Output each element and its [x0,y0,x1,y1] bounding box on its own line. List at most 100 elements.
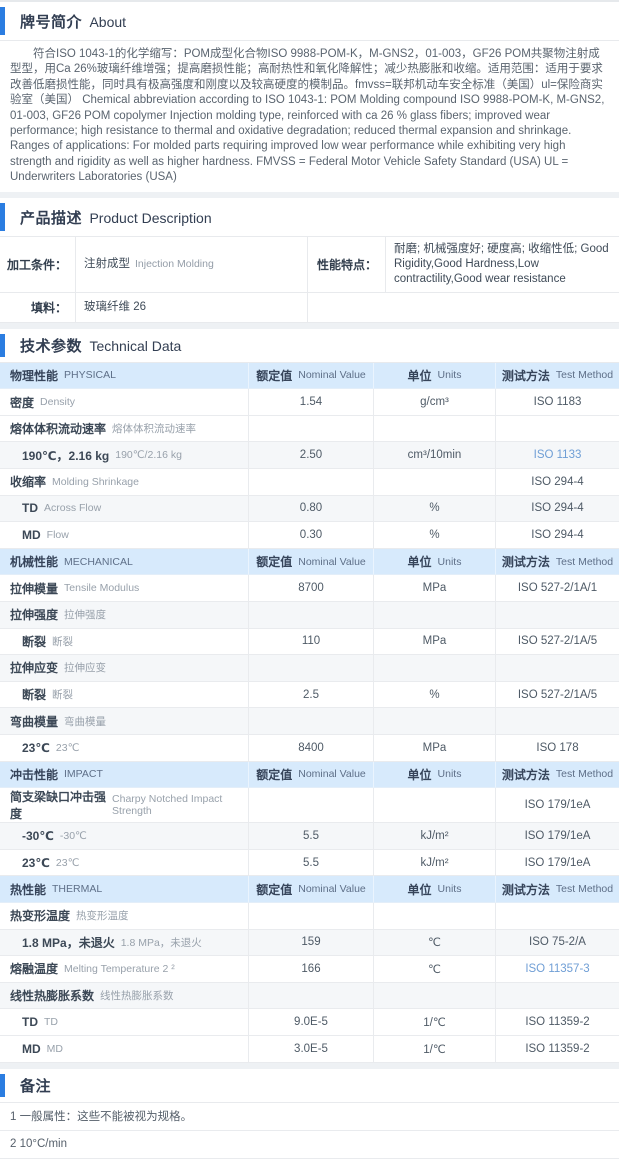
param-label: 热变形温度 热变形温度 [0,903,248,930]
table-row: 拉伸强度 拉伸强度 [0,602,619,629]
param-label: 拉伸应变 拉伸应变 [0,655,248,682]
test-method-link[interactable]: ISO 11357-3 [495,956,619,983]
param-unit: % [373,522,495,549]
param-label-en: 23℃ [55,856,80,869]
param-label-en: 190℃/2.16 kg [115,449,182,462]
param-label-en: 拉伸强度 [64,609,107,622]
col-header-units: 单位 Units [373,761,495,789]
param-label-zh: 熔体体积流动速率 [10,422,107,437]
param-label: TD Across Flow [0,496,248,523]
param-label-en: Melting Temperature 2 ² [64,962,175,975]
col-header-zh: 额定值 [256,555,293,570]
notes-title: 备注 [20,1077,52,1095]
param-label-zh: 收缩率 [10,475,47,490]
param-label: 190℃，2.16 kg 190℃/2.16 kg [0,442,248,470]
param-label-zh: 190℃，2.16 kg [22,448,110,463]
table-row: 23℃ 23℃ 5.5 kJ/m² ISO 179/1eA [0,849,619,877]
param-label: 弯曲模量 弯曲模量 [0,708,248,735]
param-value [248,708,373,735]
param-label-zh: MD [22,1041,41,1056]
table-row: 熔融温度 Melting Temperature 2 ² 166 ℃ ISO 11357… [0,956,619,983]
table-row: 190℃，2.16 kg 190℃/2.16 kg 2.50 cm³/10min ISO… [0,442,619,470]
param-label: 断裂 断裂 [0,682,248,709]
group-header-row: 物理性能 PHYSICAL 额定值 Nominal Value 单位 Units 测试方法 T… [0,362,619,390]
param-unit: cm³/10min [373,442,495,470]
param-label-en: 热变形温度 [76,910,129,923]
param-label-en: 23℃ [55,741,80,754]
param-label-en: 断裂 [52,689,74,702]
col-header-zh: 测试方法 [501,767,550,782]
technical-table: 物理性能 PHYSICAL 额定值 Nominal Value 单位 Units 测试方法 T… [0,362,619,1063]
param-unit: % [373,681,495,709]
table-row: 断裂 断裂 2.5% ISO 527-2/1A/5 [0,681,619,709]
param-test-method [495,602,619,629]
param-label-zh: 断裂 [22,688,47,703]
param-label-zh: 简支梁缺口冲击强度 [10,790,107,822]
product-description-table: 加工条件： 注射成型 Injection Molding 性能特点： 耐磨; 机… [0,236,619,323]
param-test-method: ISO 294-4 [495,469,619,496]
col-header-nominal: 额定值 Nominal Value [248,761,373,789]
features-label: 性能特点： [307,236,385,293]
param-unit: 1/℃ [373,1009,495,1036]
table-row: 拉伸模量 Tensile Modulus 8700 MPa ISO 527-2/1A/1 [0,575,619,602]
param-label: 23℃ 23℃ [0,850,248,877]
param-label-en: 1.8 MPa，未退火 [120,936,202,949]
about-section: 牌号简介 About 符合ISO 1043-1的化学缩写：POM成型化合物ISO… [0,0,619,192]
param-test-method: ISO 179/1eA [495,823,619,850]
param-unit [373,415,495,443]
param-label-en: TD [44,1016,58,1029]
processing-condition-label: 加工条件： [0,237,75,293]
param-label-en: Across Flow [44,502,102,515]
col-header-en: Nominal Value [298,369,366,382]
param-unit [373,982,495,1010]
param-label-zh: MD [22,528,41,543]
col-header-zh: 单位 [407,555,432,570]
param-test-method: ISO 11359-2 [495,1009,619,1036]
param-label: 拉伸强度 拉伸强度 [0,602,248,629]
param-value: 8400 [248,734,373,762]
processing-condition-value: 注射成型 Injection Molding [75,236,307,293]
col-header-zh: 测试方法 [501,368,550,383]
col-header-en: Nominal Value [298,555,366,568]
param-label-zh: 断裂 [22,634,47,649]
table-row: 线性热膨胀系数 线性热膨胀系数 [0,982,619,1010]
about-title-en: About [89,14,127,30]
param-unit: ℃ [373,956,495,983]
param-value: 9.0E-5 [248,1009,373,1036]
col-header-en: Units [437,768,462,781]
param-label: MD MD [0,1036,248,1063]
about-paragraph: 符合ISO 1043-1的化学缩写：POM成型化合物ISO 9988-POM-K… [10,48,605,184]
param-label-en: 断裂 [52,635,74,648]
group-name-en: THERMAL [52,883,103,896]
table-row: 拉伸应变 拉伸应变 [0,655,619,682]
param-label-zh: 熔融温度 [10,962,59,977]
param-unit: g/cm³ [373,389,495,416]
table-row: 简支梁缺口冲击强度 Charpy Notched Impact Strength I… [0,788,619,824]
param-unit: kJ/m² [373,823,495,850]
empty-cell [307,292,619,323]
param-value [248,655,373,682]
col-header-zh: 单位 [407,767,432,782]
param-value: 0.80 [248,495,373,523]
param-test-method: ISO 179/1eA [495,788,619,824]
test-method-link[interactable]: ISO 1133 [495,442,619,470]
group-name-en: MECHANICAL [64,555,133,568]
param-value [248,415,373,443]
param-label-zh: 1.8 MPa，未退火 [22,935,115,950]
col-header-units: 单位 Units [373,548,495,576]
technical-title-zh: 技术参数 [20,337,83,355]
param-value: 1.54 [248,389,373,416]
param-label-zh: 23℃ [22,740,50,755]
param-value: 5.5 [248,849,373,877]
product-section-header: 产品描述 Product Description [0,198,619,237]
param-value [248,469,373,496]
param-test-method: ISO 179/1eA [495,849,619,877]
note-item: 1 一般属性：这些不能被视为规格。 [0,1103,619,1131]
group-name: 机械性能 MECHANICAL [0,549,248,576]
col-header-en: Test Method [555,369,614,382]
param-label: 熔融温度 Melting Temperature 2 ² [0,956,248,983]
param-label-zh: 拉伸应变 [10,661,59,676]
features-value: 耐磨; 机械强度好; 硬度高; 收缩性低; Good Rigidity,Good… [385,236,619,293]
col-header-nominal: 额定值 Nominal Value [248,548,373,576]
col-header-nominal: 额定值 Nominal Value [248,876,373,903]
